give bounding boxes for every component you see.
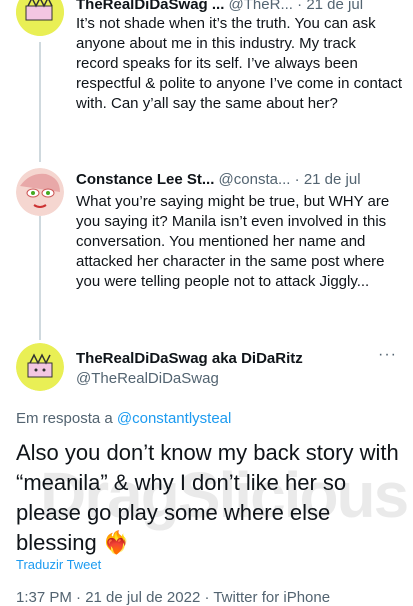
tweet-date[interactable]: 21 de jul [306, 0, 363, 13]
tweet-header: Constance Lee St... @consta... · 21 de j… [76, 170, 361, 189]
tweet-timestamp[interactable]: 1:37 PM · 21 de jul de 2022 · Twitter fo… [16, 589, 330, 606]
tweet-header: TheRealDiDaSwag ... @TheR... · 21 de jul [76, 0, 363, 14]
separator: · [297, 0, 303, 13]
avatar[interactable] [16, 168, 64, 216]
main-tweet-text: Also you don’t know my back story with “… [16, 438, 401, 558]
display-name[interactable]: TheRealDiDaSwag ... [76, 0, 224, 13]
avatar-image [16, 0, 64, 36]
display-name[interactable]: Constance Lee St... [76, 171, 214, 188]
main-display-name[interactable]: TheRealDiDaSwag aka DiDaRitz [76, 350, 303, 367]
avatar[interactable] [16, 0, 64, 36]
handle[interactable]: @TheR... [229, 0, 293, 13]
reply-context: Em resposta a @constantlysteal [16, 410, 231, 427]
tweet-text: What you’re saying might be true, but WH… [76, 193, 390, 290]
reply-prefix: Em resposta a [16, 410, 117, 427]
heart-on-fire-emoji: ❤️‍🔥 [102, 530, 131, 555]
handle[interactable]: @consta... [219, 171, 291, 188]
avatar-image [16, 343, 64, 391]
tweet-text: It’s not shade when it’s the truth. You … [76, 15, 403, 112]
translate-tweet-link[interactable]: Traduzir Tweet [16, 557, 101, 572]
tweet-date[interactable]: 21 de jul [304, 171, 361, 188]
thread-line [39, 42, 41, 162]
reply-to-link[interactable]: @constantlysteal [117, 410, 231, 427]
avatar[interactable] [16, 343, 64, 391]
main-handle[interactable]: @TheRealDiDaSwag [76, 370, 219, 387]
thread-line [39, 216, 41, 340]
main-tweet-body: Also you don’t know my back story with “… [16, 440, 399, 555]
avatar-image [16, 168, 64, 216]
more-options-icon[interactable]: ··· [378, 346, 397, 364]
separator: · [294, 171, 300, 188]
